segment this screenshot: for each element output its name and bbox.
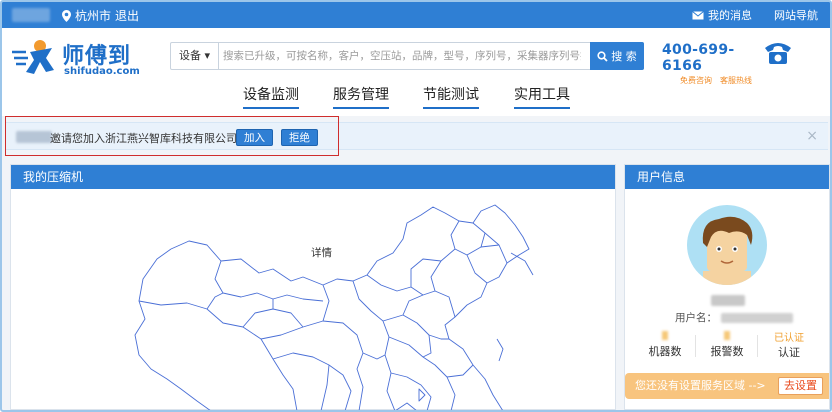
search-input[interactable]: [223, 46, 581, 66]
main-menu: 设备监测 服务管理 节能测试 实用工具: [2, 82, 830, 112]
chevron-down-icon: ▾: [204, 49, 211, 62]
logo-mascot-icon: [12, 40, 54, 74]
app-frame: 杭州市 退出 我的消息 网站导航 师傅到 shifudao.com 设备 ▾ 搜…: [0, 0, 832, 412]
stat-machines[interactable]: 机器数: [635, 329, 695, 359]
my-messages-label: 我的消息: [708, 9, 752, 22]
current-user-blurred[interactable]: [12, 8, 50, 22]
site-nav-link[interactable]: 网站导航: [774, 7, 818, 23]
divider: [695, 335, 696, 357]
my-messages-link[interactable]: 我的消息: [692, 7, 752, 23]
certification-label: 认证: [778, 346, 800, 359]
avatar[interactable]: [687, 205, 767, 285]
search-bar: 设备 ▾ 搜 索: [170, 42, 644, 70]
location-selector[interactable]: 杭州市: [62, 7, 111, 24]
service-area-text: 您还没有设置服务区域 -->: [635, 379, 766, 392]
service-area-banner: 您还没有设置服务区域 --> 去设置: [625, 373, 829, 399]
site-logo[interactable]: 师傅到 shifudao.com: [10, 36, 145, 80]
china-map[interactable]: [11, 189, 615, 411]
username-label: 用户名：: [675, 312, 717, 324]
stat-certification[interactable]: 已认证 认证: [759, 329, 819, 360]
set-service-area-button[interactable]: 去设置: [778, 377, 823, 395]
machines-label: 机器数: [648, 345, 682, 358]
highlight-outline: [5, 116, 339, 156]
menu-item-tools[interactable]: 实用工具: [514, 84, 570, 109]
map-tooltip-details[interactable]: 详情: [311, 245, 332, 260]
username-value-blurred: [721, 313, 793, 323]
avatar-cartoon-icon: [702, 216, 753, 285]
divider: [757, 335, 758, 357]
menu-item-device-monitor[interactable]: 设备监测: [243, 84, 299, 109]
alarms-label: 报警数: [710, 345, 744, 358]
top-bar: 杭州市 退出 我的消息 网站导航: [2, 2, 830, 28]
machines-count-blurred: [662, 331, 668, 340]
user-info-title: 用户信息: [625, 165, 829, 189]
display-name-blurred: [711, 295, 745, 306]
close-icon[interactable]: ×: [806, 128, 818, 144]
menu-item-energy-test[interactable]: 节能测试: [423, 84, 479, 109]
hotline: 400-699-6166 免费咨询 客服热线: [662, 42, 762, 85]
stat-alarms[interactable]: 报警数: [697, 329, 757, 359]
my-compressors-title: 我的压缩机: [11, 165, 615, 189]
logo-domain: shifudao.com: [64, 66, 140, 77]
user-info-panel: 用户信息 用户名： 机器数 报警数 已认证 认证 您还没有设置服务区域 --> …: [624, 164, 830, 410]
city-label: 杭州市: [75, 9, 112, 23]
location-pin-icon: [62, 9, 71, 22]
username-row: 用户名：: [675, 310, 793, 325]
header: 师傅到 shifudao.com 设备 ▾ 搜 索 400-699-6166 免…: [2, 28, 830, 116]
alarms-count-blurred: [724, 331, 730, 340]
certification-status: 已认证: [774, 333, 804, 344]
search-category-label: 设备: [178, 49, 201, 62]
search-icon: [597, 50, 608, 62]
logout-link[interactable]: 退出: [115, 7, 139, 24]
search-category-select[interactable]: 设备 ▾: [171, 43, 219, 69]
search-button[interactable]: 搜 索: [590, 42, 644, 70]
search-button-label: 搜 索: [611, 50, 637, 63]
telephone-icon: [765, 43, 791, 64]
mail-icon: [692, 10, 704, 19]
menu-item-service-management[interactable]: 服务管理: [333, 84, 389, 109]
hotline-number: 400-699-6166: [662, 42, 735, 74]
my-compressors-panel: 我的压缩机 详情: [10, 164, 616, 410]
